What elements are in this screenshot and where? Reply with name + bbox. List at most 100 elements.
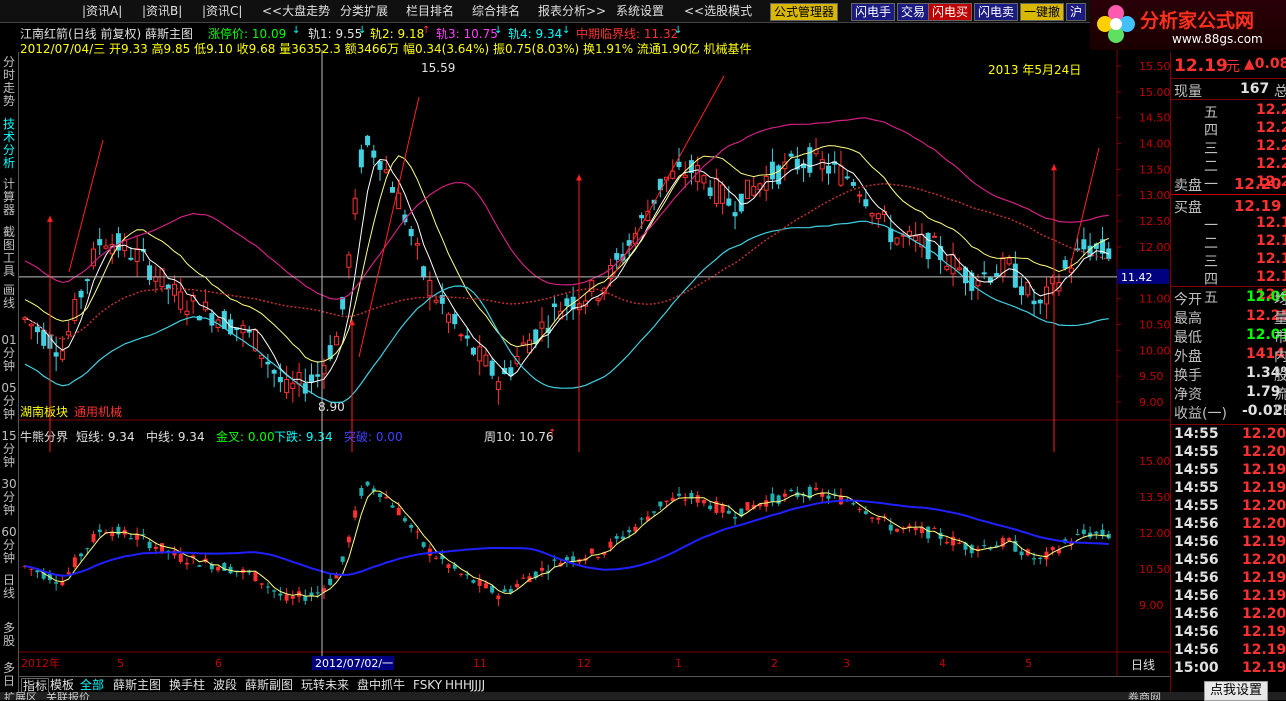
tab-catch-bull[interactable]: 盘中抓牛 xyxy=(357,678,405,692)
menu-info-a[interactable]: |资讯A| xyxy=(82,3,122,19)
stat-row: 最低 12.01 市 xyxy=(1174,327,1286,346)
candle-body xyxy=(950,254,956,275)
left-sidebar: 分时走势 技术分析 计算器 截图工具 画线 01分钟 05分钟 15分钟 30分… xyxy=(0,52,19,700)
ask-level-row: 二 12.21 xyxy=(1174,156,1286,175)
upper-band-line xyxy=(24,117,1109,300)
tick-price: 12.20 xyxy=(1242,516,1286,532)
settings-button[interactable]: 点我设置 xyxy=(1204,681,1269,701)
menu-market-trend[interactable]: <<大盘走势 xyxy=(262,3,330,19)
sidebar-item-daily[interactable]: 日线 xyxy=(1,574,17,600)
flash-hand-button[interactable]: 闪电手 xyxy=(851,3,896,21)
related-quotes-tab[interactable]: 关联报价 xyxy=(46,692,90,700)
candle-body xyxy=(564,298,570,307)
menu-category-ext[interactable]: 分类扩展 xyxy=(340,3,388,19)
candle-body xyxy=(59,350,65,360)
candle-body xyxy=(296,372,302,385)
one-key-cancel-button[interactable]: 一键撤 xyxy=(1020,3,1065,21)
ind-candle-body xyxy=(1094,531,1099,534)
trade-button[interactable]: 交易 xyxy=(897,3,930,21)
stat-label: 净资 xyxy=(1174,387,1202,403)
ask-price: 12.21 xyxy=(1256,156,1286,172)
price-axis-label: 13.00 xyxy=(1139,189,1170,202)
ind-candle-body xyxy=(1075,533,1080,535)
candle-body xyxy=(925,233,931,260)
candle-body xyxy=(408,229,414,237)
sidebar-item-1min[interactable]: 01分钟 xyxy=(1,334,17,373)
menu-stock-picking[interactable]: <<选股模式 xyxy=(684,3,752,19)
tab-hhh[interactable]: HHH xyxy=(445,678,472,692)
ind-candle-body xyxy=(465,574,470,576)
candle-body xyxy=(551,303,557,308)
menu-report-analysis[interactable]: 报表分析>> xyxy=(538,3,606,19)
ask-level-label: 三 xyxy=(1204,141,1218,157)
tab-wave[interactable]: 波段 xyxy=(213,678,237,692)
bid-price: 12.19 xyxy=(1256,215,1286,231)
tick-time: 14:56 12.19 xyxy=(1174,570,1286,588)
menu-overall-rank[interactable]: 综合排名 xyxy=(472,3,520,19)
kline-chart[interactable]: 15.50 15.00 14.50 14.00 13.50 13.00 12.50 12.00… xyxy=(19,22,1170,676)
sell-label: 卖盘 xyxy=(1174,178,1202,194)
sidebar-item-calculator[interactable]: 计算器 xyxy=(1,178,17,217)
candle-body xyxy=(178,291,184,310)
price-axis-label: 15.00 xyxy=(1139,86,1170,99)
flash-buy-button[interactable]: 闪电买 xyxy=(928,3,973,21)
sidebar-item-draw[interactable]: 画线 xyxy=(1,284,17,310)
ind-candle-body xyxy=(216,566,221,571)
tab-xues-sub[interactable]: 薛斯副图 xyxy=(245,678,293,692)
ind-candle-body xyxy=(496,595,501,600)
menu-info-c[interactable]: |资讯C| xyxy=(202,3,242,19)
ext-area-tab[interactable]: 扩展区 xyxy=(4,692,37,700)
stat-label: 最高 xyxy=(1174,311,1202,327)
candle-body xyxy=(539,321,545,329)
sidebar-item-multi-day[interactable]: 多日 xyxy=(1,662,17,688)
bid-price: 12.15 xyxy=(1256,269,1286,285)
ind-candle-body xyxy=(178,553,183,562)
menu-column-rank[interactable]: 栏目排名 xyxy=(406,3,454,19)
sidebar-item-5min[interactable]: 05分钟 xyxy=(1,382,17,421)
ind-candle-body xyxy=(160,543,165,552)
sidebar-item-multi-stock[interactable]: 多股 xyxy=(1,622,17,648)
price-axis-label: 15.50 xyxy=(1139,60,1170,73)
price-axis-label: 13.50 xyxy=(1139,163,1170,176)
sidebar-item-60min[interactable]: 60分钟 xyxy=(1,526,17,565)
sidebar-item-time-share[interactable]: 分时走势 xyxy=(1,56,17,108)
ask-level-row: 四 12.23 xyxy=(1174,120,1286,139)
formula-manager-button[interactable]: 公式管理器 xyxy=(770,3,839,21)
flash-sell-button[interactable]: 闪电卖 xyxy=(974,3,1019,21)
candle-body xyxy=(906,230,912,236)
tab-fsky[interactable]: FSKY xyxy=(413,678,442,692)
tab-play-future[interactable]: 玩转未来 xyxy=(301,678,349,692)
ind-candle-body xyxy=(614,536,619,539)
ind-candle-body xyxy=(608,541,613,548)
sidebar-item-15min[interactable]: 15分钟 xyxy=(1,430,17,469)
broker-net-tab[interactable]: 券商网 xyxy=(1128,692,1161,700)
candle-body xyxy=(819,159,825,170)
stat-row: 今开 12.06 均 xyxy=(1174,289,1286,308)
ind-candle-body xyxy=(596,557,601,559)
sidebar-item-30min[interactable]: 30分钟 xyxy=(1,478,17,517)
sidebar-item-technical[interactable]: 技术分析 xyxy=(1,118,17,170)
candle-body xyxy=(726,198,732,206)
ma-short-line xyxy=(24,158,1109,384)
sidebar-item-screenshot[interactable]: 截图工具 xyxy=(1,226,17,278)
menu-info-b[interactable]: |资讯B| xyxy=(142,3,182,19)
tab-turnover[interactable]: 换手柱 xyxy=(169,678,205,692)
x-axis-label: 3 xyxy=(843,657,850,670)
tab-jjjj[interactable]: JJJJ xyxy=(471,678,485,692)
x-axis-label: 2 xyxy=(771,657,778,670)
ind-candle-body xyxy=(957,542,962,544)
candle-body xyxy=(34,326,40,333)
shanghai-button[interactable]: 沪 xyxy=(1066,3,1087,21)
tab-all[interactable]: 全部 xyxy=(80,678,104,692)
bid-level-row: 四12.15 xyxy=(1174,269,1286,288)
candle-body xyxy=(470,347,476,355)
tab-xues-main[interactable]: 薛斯主图 xyxy=(113,678,161,692)
arrow-up-icon xyxy=(47,215,53,222)
candle-body xyxy=(414,242,420,246)
tab-template[interactable]: 模板 xyxy=(50,678,74,692)
stat-row: 最高 12.25 量 xyxy=(1174,308,1286,327)
menu-system-settings[interactable]: 系统设置 xyxy=(616,3,664,19)
tick-price: 12.19 xyxy=(1242,660,1286,676)
candle-body xyxy=(981,272,987,275)
price-axis-label: 12.50 xyxy=(1139,215,1170,228)
